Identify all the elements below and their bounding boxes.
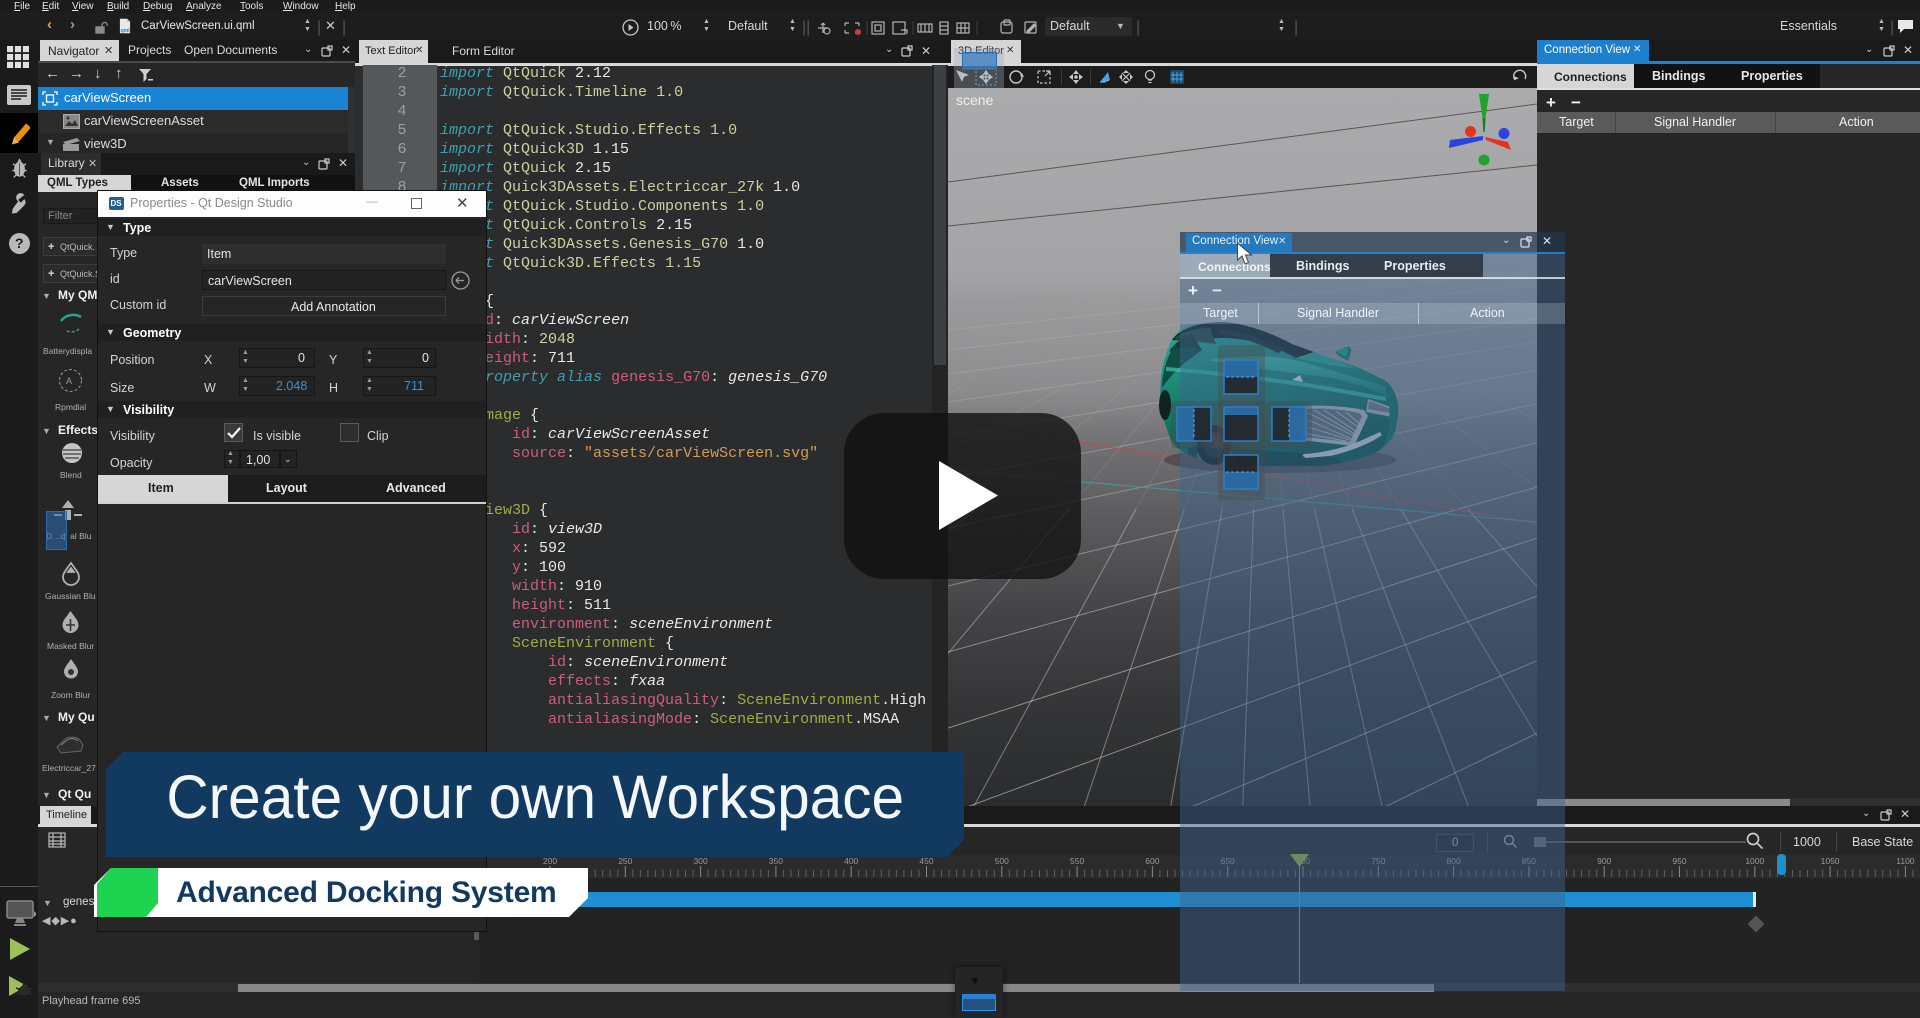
svg-text:200: 200 — [543, 856, 557, 866]
svg-text:600: 600 — [1145, 856, 1159, 866]
svg-text:550: 550 — [1070, 856, 1084, 866]
svg-text:950: 950 — [1672, 856, 1686, 866]
svg-text:A: A — [66, 376, 72, 386]
svg-text:250: 250 — [618, 856, 632, 866]
svg-text:1100: 1100 — [1896, 856, 1915, 866]
svg-text:900: 900 — [1597, 856, 1611, 866]
svg-text:1000: 1000 — [1745, 856, 1764, 866]
svg-text:300: 300 — [694, 856, 708, 866]
svg-text:400: 400 — [844, 856, 858, 866]
svg-text:500: 500 — [995, 856, 1009, 866]
svg-text:450: 450 — [919, 856, 933, 866]
svg-text:350: 350 — [769, 856, 783, 866]
svg-text:qml: qml — [121, 28, 131, 34]
svg-text:1050: 1050 — [1821, 856, 1840, 866]
